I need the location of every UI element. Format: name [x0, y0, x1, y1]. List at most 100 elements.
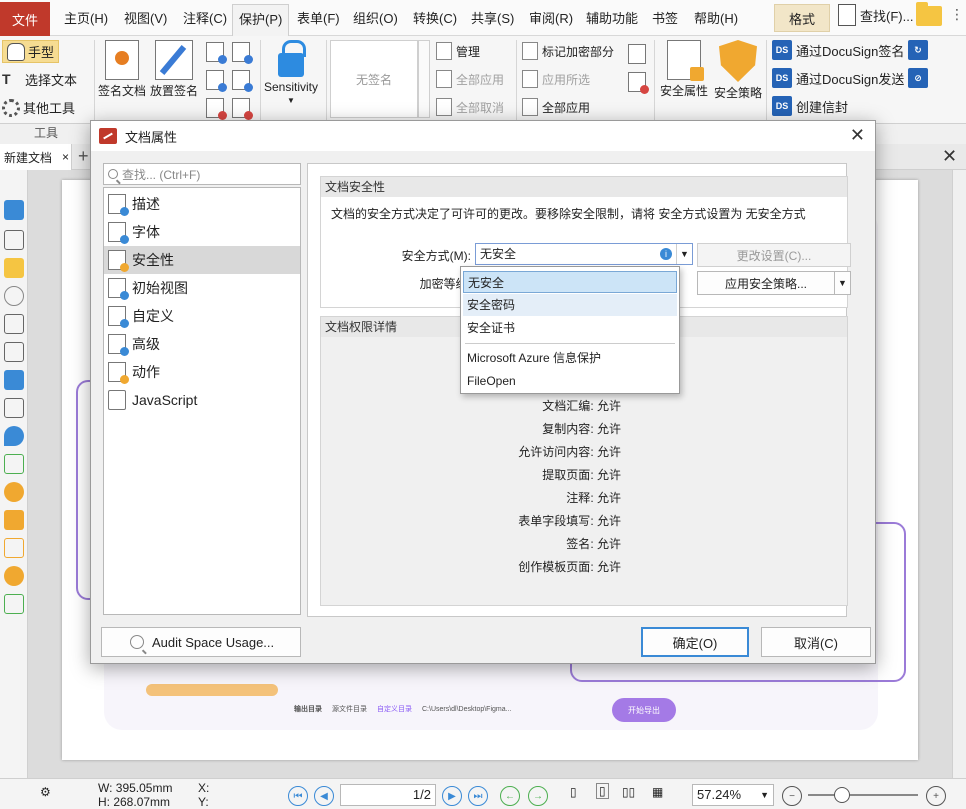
link-icon[interactable] — [4, 482, 24, 502]
zoom-select[interactable]: 57.24% ▼ — [692, 784, 774, 806]
docusign-send-button[interactable]: DS 通过DocuSign发送 — [772, 68, 904, 88]
tags-tree-icon[interactable] — [4, 454, 24, 474]
category-actions[interactable]: 动作 — [104, 358, 300, 386]
accessibility-icon[interactable] — [4, 566, 24, 586]
signature-gallery-scroll[interactable] — [418, 40, 430, 118]
search-redact-icon[interactable] — [628, 44, 646, 64]
next-page-icon[interactable]: ▶ — [442, 786, 462, 806]
certify-icon[interactable] — [232, 70, 253, 92]
docusign-sign-button[interactable]: DS 通过DocuSign签名 — [772, 40, 904, 60]
menu-protect[interactable]: 保护(P) — [232, 4, 290, 36]
security-policy-button[interactable]: 安全策略 — [714, 40, 762, 101]
apply-selected-button[interactable]: 应用所选 — [522, 70, 590, 88]
menu-home[interactable]: 主页(H) — [64, 8, 108, 27]
fields-icon[interactable] — [4, 538, 24, 558]
sign-document-button[interactable]: 签名文档 — [98, 40, 146, 99]
signature-panel-icon[interactable] — [4, 342, 24, 362]
more-icon[interactable]: ⋮ — [950, 6, 964, 23]
tab-close-icon[interactable]: × — [62, 150, 69, 164]
close-document-icon[interactable]: ✕ — [942, 146, 957, 167]
menu-convert[interactable]: 转换(C) — [413, 8, 457, 27]
zoom-slider-handle[interactable] — [834, 787, 850, 803]
document-tab[interactable]: 新建文档 × — [0, 144, 72, 170]
menu-search[interactable]: 查找(F)... — [838, 4, 913, 26]
category-fonts[interactable]: 字体 — [104, 218, 300, 246]
apply-security-policy-button[interactable]: 应用安全策略... ▼ — [697, 271, 851, 295]
menu-form[interactable]: 表单(F) — [297, 8, 340, 27]
zoom-slider[interactable] — [808, 794, 918, 796]
docusign-refresh-icon[interactable]: ↻ — [908, 40, 928, 60]
apply-all-redaction-button[interactable]: 全部应用 — [522, 98, 590, 116]
menu-accessibility[interactable]: 辅助功能 — [586, 8, 638, 27]
menu-view[interactable]: 视图(V) — [124, 8, 167, 27]
dropdown-option-fileopen[interactable]: FileOpen — [463, 370, 677, 392]
menu-comment[interactable]: 注释(C) — [183, 8, 227, 27]
single-page-icon[interactable]: ▯ — [570, 785, 577, 799]
attachment-icon[interactable] — [4, 286, 24, 306]
change-settings-button[interactable]: 更改设置(C)... — [697, 243, 851, 267]
continuous-facing-icon[interactable]: ▦ — [652, 785, 663, 799]
layers-icon[interactable] — [4, 370, 24, 390]
folder-icon[interactable] — [916, 2, 942, 26]
hand-tool-button[interactable]: 手型 — [2, 40, 60, 63]
vertical-scrollbar[interactable] — [952, 170, 966, 778]
menu-help[interactable]: 帮助(H) — [694, 8, 738, 27]
comment-icon[interactable] — [4, 258, 24, 278]
signature-gallery[interactable]: 无签名 — [330, 40, 418, 118]
clear-signature-icon[interactable] — [232, 98, 253, 120]
category-javascript[interactable]: JavaScript — [104, 386, 300, 414]
back-view-icon[interactable]: ← — [500, 786, 520, 806]
place-signature-button[interactable]: 放置签名 — [150, 40, 198, 99]
dropdown-option-azure[interactable]: Microsoft Azure 信息保护 — [463, 347, 677, 369]
audit-space-usage-button[interactable]: Audit Space Usage... — [101, 627, 301, 657]
docusign-cancel-icon[interactable]: ⊘ — [908, 68, 928, 88]
cancel-all-button[interactable]: 全部取消 — [436, 98, 504, 116]
dropdown-option-no-security[interactable]: 无安全 — [463, 271, 677, 293]
manage-button[interactable]: 管理 — [436, 42, 480, 60]
menu-file[interactable]: 文件 — [0, 2, 50, 36]
prev-page-icon[interactable]: ◀ — [314, 786, 334, 806]
category-description[interactable]: 描述 — [104, 190, 300, 218]
zoom-out-icon[interactable]: − — [782, 786, 802, 806]
dropdown-option-certificate[interactable]: 安全证书 — [463, 317, 677, 339]
ok-button[interactable]: 确定(O) — [641, 627, 749, 657]
first-page-icon[interactable]: ⏮ — [288, 786, 308, 806]
category-security[interactable]: 安全性 — [104, 246, 300, 274]
dialog-search-input[interactable]: 查找... (Ctrl+F) — [103, 163, 301, 185]
remove-signature-icon[interactable] — [206, 98, 227, 120]
category-custom[interactable]: 自定义 — [104, 302, 300, 330]
security-method-select[interactable]: 无安全 i ▼ — [475, 243, 693, 265]
last-page-icon[interactable]: ⏭ — [468, 786, 488, 806]
content-icon[interactable] — [4, 398, 24, 418]
pages-icon[interactable] — [4, 230, 24, 250]
create-envelope-button[interactable]: DS 创建信封 — [772, 96, 848, 116]
zoom-in-icon[interactable]: + — [926, 786, 946, 806]
forward-view-icon[interactable]: → — [528, 786, 548, 806]
reading-order-icon[interactable] — [4, 594, 24, 614]
timestamp-icon[interactable] — [232, 42, 253, 64]
select-text-button[interactable]: T 选择文本 — [2, 70, 77, 89]
menu-review[interactable]: 审阅(R) — [529, 8, 573, 27]
menu-share[interactable]: 共享(S) — [471, 8, 514, 27]
layers-list-icon[interactable] — [4, 314, 24, 334]
menu-format[interactable]: 格式 — [774, 4, 830, 32]
page-number-input[interactable]: 1/2 — [340, 784, 436, 806]
whiteout-icon[interactable] — [628, 72, 649, 94]
new-tab-icon[interactable]: + — [78, 146, 89, 167]
location-icon[interactable] — [4, 426, 24, 446]
mark-redaction-button[interactable]: 标记加密部分 — [522, 42, 614, 60]
sign-options-icon[interactable] — [206, 70, 227, 92]
menu-organize[interactable]: 组织(O) — [353, 8, 398, 27]
tag-icon[interactable] — [4, 510, 24, 530]
dropdown-option-password[interactable]: 安全密码 — [463, 294, 677, 316]
close-icon[interactable]: ✕ — [850, 125, 865, 146]
apply-all-sig-button[interactable]: 全部应用 — [436, 70, 504, 88]
facing-page-icon[interactable]: ▯▯ — [622, 785, 635, 799]
sensitivity-button[interactable]: Sensitivity ▼ — [264, 40, 318, 105]
security-properties-button[interactable]: 安全属性 — [660, 40, 708, 99]
category-initial-view[interactable]: 初始视图 — [104, 274, 300, 302]
chevron-down-icon[interactable]: ▼ — [834, 272, 850, 294]
other-tools-button[interactable]: 其他工具 — [2, 98, 75, 117]
validate-signature-icon[interactable] — [206, 42, 227, 64]
category-advanced[interactable]: 高级 — [104, 330, 300, 358]
